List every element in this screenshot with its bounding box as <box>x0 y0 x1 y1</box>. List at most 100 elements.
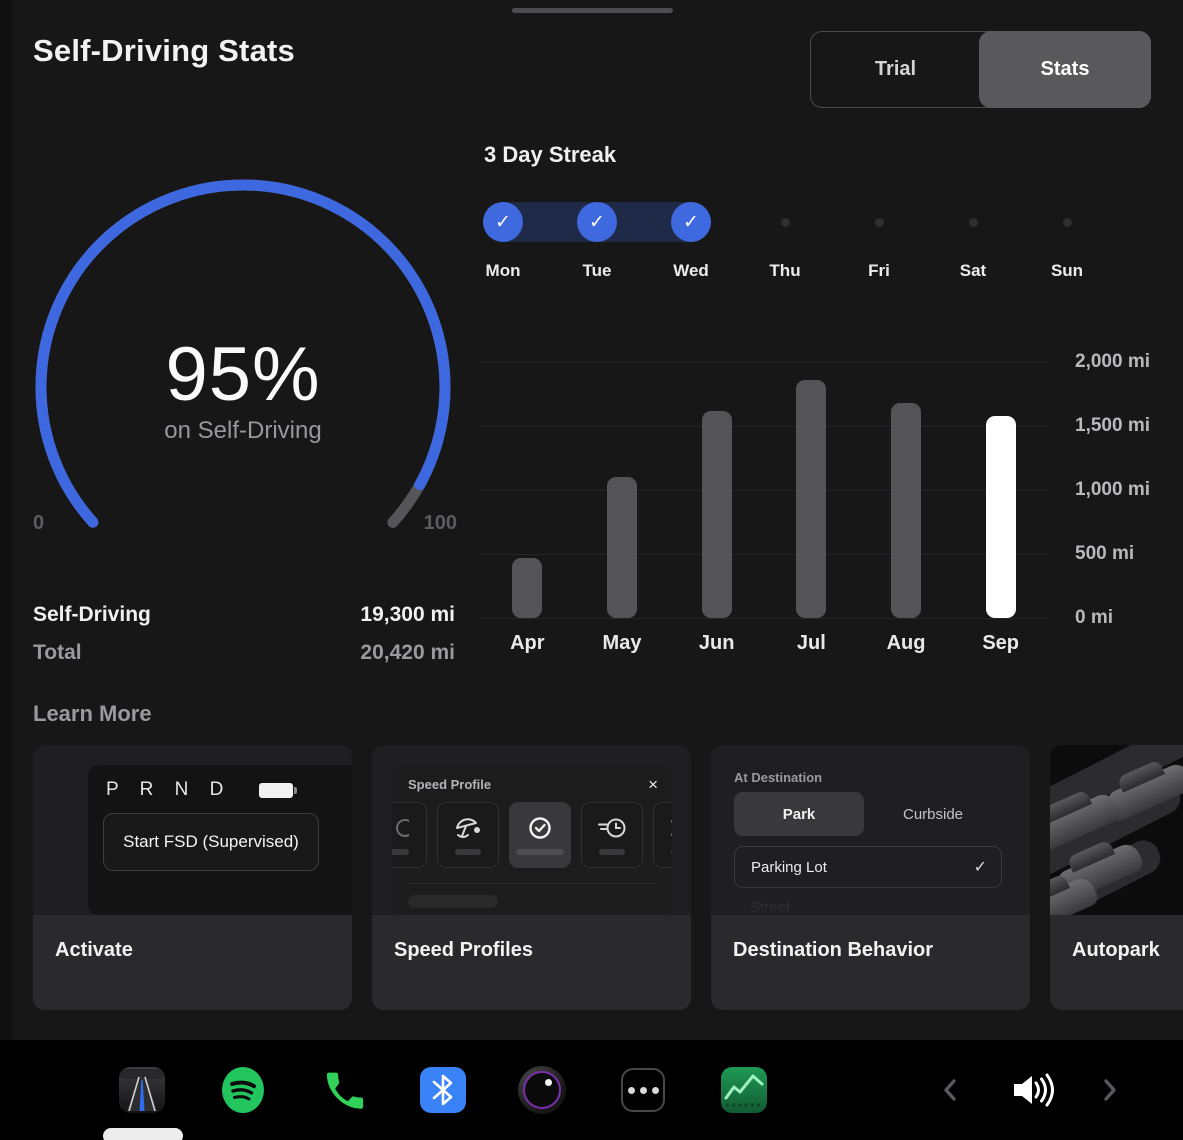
stocks-icon <box>721 1067 767 1113</box>
speed-profile-dialog: Speed Profile × <box>392 765 672 915</box>
navigation-app-button[interactable] <box>118 1066 166 1114</box>
more-icon <box>621 1068 665 1112</box>
x-label-sep: Sep <box>953 632 1048 655</box>
day-dot-icon <box>875 218 884 227</box>
parking-lot-option[interactable]: Parking Lot ✓ <box>734 846 1002 888</box>
streak-title: 3 Day Streak <box>484 142 616 168</box>
streak-day-wed: ✓ <box>644 201 738 243</box>
check-badge-icon <box>527 815 553 841</box>
bar-apr <box>512 558 542 618</box>
check-icon: ✓ <box>974 857 987 877</box>
streak-day-thu <box>738 201 832 243</box>
camera-icon <box>518 1066 566 1114</box>
spotify-icon <box>219 1066 267 1114</box>
screen-left-edge <box>0 0 12 1040</box>
media-fade <box>711 885 1030 915</box>
umbrella-icon <box>454 815 482 841</box>
activate-card-footer: Activate <box>33 915 352 1010</box>
day-label: Sun <box>1020 261 1114 281</box>
y-tick-label: 0 mi <box>1075 607 1113 629</box>
streak-day-sun <box>1020 201 1114 243</box>
day-dot-icon <box>1063 218 1072 227</box>
streak-day-mon: ✓ <box>456 201 550 243</box>
bluetooth-icon <box>420 1067 466 1113</box>
y-tick-label: 2,000 mi <box>1075 351 1150 373</box>
camera-app-button[interactable] <box>518 1066 566 1114</box>
app-dock <box>0 1040 1183 1140</box>
speed-profile-options <box>392 802 672 868</box>
more-apps-button[interactable] <box>619 1066 667 1114</box>
drag-handle[interactable] <box>512 8 673 13</box>
gear-letters: P R N D <box>106 779 231 801</box>
gauge-min-label: 0 <box>33 512 44 535</box>
bar-may <box>607 477 637 618</box>
profile-label-pill <box>671 849 672 855</box>
day-dot-icon <box>781 218 790 227</box>
y-tick-label: 1,500 mi <box>1075 415 1150 437</box>
stocks-app-button[interactable] <box>720 1066 768 1114</box>
close-icon[interactable]: × <box>648 776 658 793</box>
total-miles-label: Total <box>33 641 82 665</box>
bar-sep <box>986 416 1016 618</box>
mileage-stats: Self-Driving 19,300 mi Total 20,420 mi <box>33 596 455 672</box>
x-label-may: May <box>575 632 670 655</box>
self-driving-miles-value: 19,300 mi <box>360 603 455 627</box>
volume-icon <box>1009 1071 1055 1109</box>
segment-park-selected[interactable]: Park <box>734 792 864 836</box>
streak-day-row: ✓ ✓ ✓ <box>456 201 1114 243</box>
profile-tile-hurry[interactable] <box>581 802 643 868</box>
self-driving-stats-screen: Self-Driving Stats Trial Stats 95% on Se… <box>0 0 1183 1140</box>
start-fsd-button[interactable]: Start FSD (Supervised) <box>103 813 319 871</box>
card-activate[interactable]: P R N D Start FSD (Supervised) Activate <box>33 745 352 1010</box>
day-check-icon: ✓ <box>671 202 711 242</box>
day-label: Tue <box>550 261 644 281</box>
profile-label-pill <box>392 849 409 855</box>
profile-label-pill <box>455 849 481 855</box>
navigation-icon <box>119 1067 165 1113</box>
spotify-app-button[interactable] <box>219 1066 267 1114</box>
chart-gridline <box>480 618 1048 619</box>
total-miles-value: 20,420 mi <box>360 641 455 665</box>
day-label: Thu <box>738 261 832 281</box>
next-media-button[interactable] <box>1090 1066 1130 1114</box>
profile-tile-standard-selected[interactable] <box>509 802 571 868</box>
chevron-right-icon <box>1101 1076 1119 1104</box>
gauge-max-label: 100 <box>424 512 457 535</box>
volume-button[interactable] <box>1008 1066 1056 1114</box>
streak-day-tue: ✓ <box>550 201 644 243</box>
streak-day-fri <box>832 201 926 243</box>
bluetooth-app-button[interactable] <box>419 1066 467 1114</box>
autopark-card-footer: Autopark <box>1050 915 1183 1010</box>
day-dot-icon <box>969 218 978 227</box>
day-label: Mon <box>456 261 550 281</box>
y-tick-label: 500 mi <box>1075 543 1134 565</box>
day-label: Sat <box>926 261 1020 281</box>
day-check-icon: ✓ <box>483 202 523 242</box>
gear-selector-panel: P R N D Start FSD (Supervised) <box>88 765 352 915</box>
previous-media-button[interactable] <box>930 1066 970 1114</box>
destination-card-footer: Destination Behavior <box>711 915 1030 1010</box>
bar-jul <box>796 380 826 618</box>
profile-tile-partial-left[interactable] <box>392 802 427 868</box>
card-destination-behavior[interactable]: At Destination Park Curbside Parking Lot… <box>711 745 1030 1010</box>
phone-app-button[interactable] <box>319 1066 367 1114</box>
dialog-divider <box>408 883 656 884</box>
card-autopark[interactable]: Autopark <box>1050 745 1183 1010</box>
parking-lot-value: Parking Lot <box>751 859 827 876</box>
learn-more-title: Learn More <box>33 701 152 727</box>
speed-profile-dialog-title: Speed Profile <box>408 777 491 792</box>
profile-tile-partial-right[interactable] <box>653 802 672 868</box>
card-speed-profiles[interactable]: Speed Profile × <box>372 745 691 1010</box>
toggle-stats-button[interactable]: Stats <box>979 31 1151 108</box>
speed-profiles-card-title: Speed Profiles <box>394 939 533 962</box>
segment-curbside[interactable]: Curbside <box>864 806 1002 823</box>
profile-tile-chill[interactable] <box>437 802 499 868</box>
x-label-jul: Jul <box>764 632 859 655</box>
streak-day-labels: MonTueWedThuFriSatSun <box>456 261 1114 281</box>
gauge-percent-value: 95% <box>33 331 453 418</box>
battery-icon <box>259 783 293 798</box>
placeholder-bar <box>408 895 498 908</box>
toggle-trial-button[interactable]: Trial <box>811 32 980 107</box>
chart-y-axis-labels: 2,000 mi1,500 mi1,000 mi500 mi0 mi <box>1075 350 1175 630</box>
phone-icon <box>322 1069 364 1111</box>
